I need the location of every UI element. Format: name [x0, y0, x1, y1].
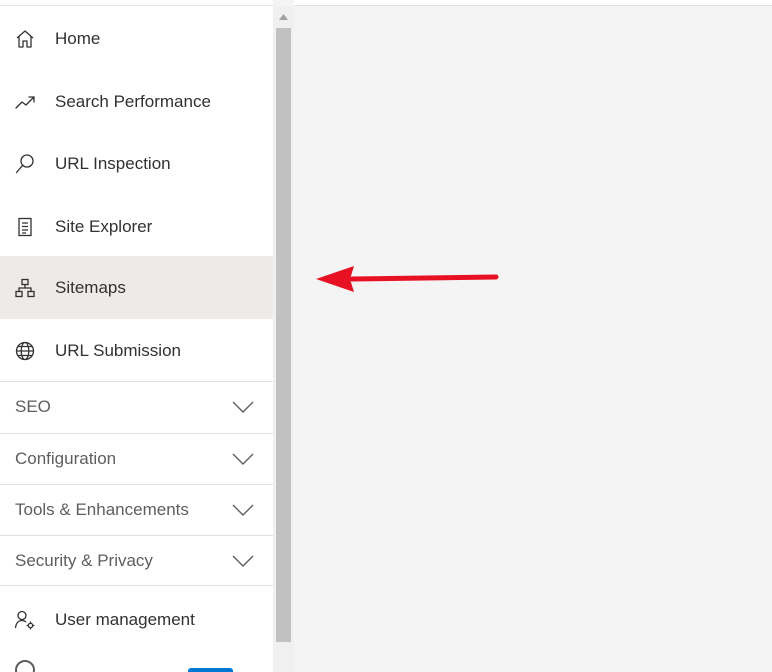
nav-group-label: Tools & Enhancements	[15, 500, 189, 519]
search-icon	[13, 152, 37, 176]
sitemap-icon	[13, 276, 37, 300]
nav-item-user-management[interactable]: User management	[0, 588, 273, 651]
scroll-thumb[interactable]	[276, 28, 291, 642]
nav-group-label: SEO	[15, 397, 51, 416]
chevron-down-icon	[232, 401, 254, 413]
trend-icon	[13, 90, 37, 114]
nav-item-home[interactable]: Home	[0, 7, 273, 70]
nav-group-label: Security & Privacy	[15, 550, 153, 570]
chevron-down-icon	[232, 504, 254, 516]
nav-item-url-inspection[interactable]: URL Inspection	[0, 132, 273, 195]
red-arrow-annotation	[316, 266, 499, 292]
partial-bottom-icon	[15, 660, 35, 672]
partial-bottom-badge	[188, 668, 233, 672]
nav-item-label: Site Explorer	[55, 216, 153, 236]
nav-item-label: Sitemaps	[55, 277, 126, 297]
scroll-up-button[interactable]	[273, 6, 294, 28]
nav-group-configuration[interactable]: Configuration	[0, 433, 273, 484]
nav-item-site-explorer[interactable]: Site Explorer	[0, 195, 273, 258]
nav-group-seo[interactable]: SEO	[0, 381, 273, 432]
globe-icon	[13, 339, 37, 363]
nav-item-label: URL Submission	[55, 340, 181, 360]
nav-item-sitemaps[interactable]: Sitemaps	[0, 256, 273, 319]
caret-up-icon	[279, 14, 288, 20]
user-settings-icon	[13, 608, 37, 632]
sidebar-nav: Home Search Performance URL Inspection S…	[0, 0, 273, 672]
document-icon	[13, 215, 37, 239]
nav-item-label: User management	[55, 609, 195, 629]
nav-item-label: Search Performance	[55, 91, 211, 111]
nav-item-label: Home	[55, 28, 101, 48]
nav-group-tools-enhancements[interactable]: Tools & Enhancements	[0, 484, 273, 535]
home-icon	[13, 27, 37, 51]
top-divider	[0, 5, 273, 6]
nav-group-label: Configuration	[15, 449, 117, 468]
nav-item-url-submission[interactable]: URL Submission	[0, 319, 273, 382]
nav-group-security-privacy[interactable]: Security & Privacy	[0, 535, 273, 586]
chevron-down-icon	[232, 555, 254, 567]
chevron-down-icon	[232, 453, 254, 465]
nav-item-label: URL Inspection	[55, 153, 171, 173]
main-content	[294, 6, 772, 672]
sidebar-scrollbar[interactable]	[273, 6, 294, 672]
nav-item-search-performance[interactable]: Search Performance	[0, 70, 273, 133]
